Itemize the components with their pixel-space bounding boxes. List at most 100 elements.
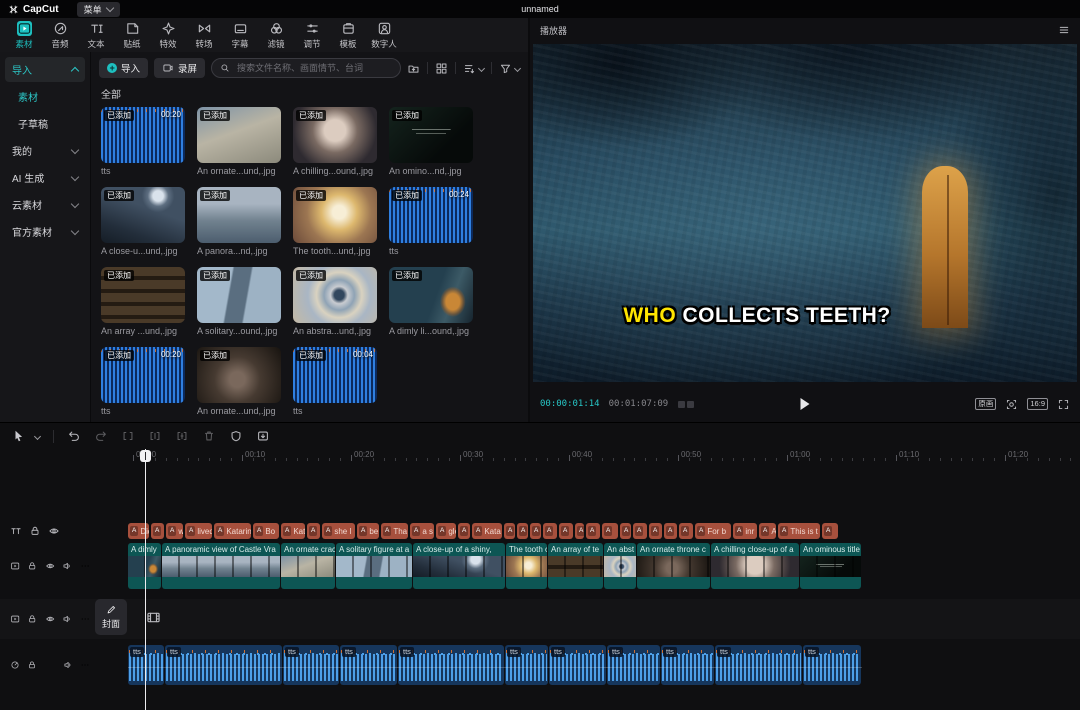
subtitle-clip[interactable]: A [679,523,693,539]
sort-icon[interactable] [463,62,476,75]
subtitle-clip[interactable]: A [822,523,838,539]
media-item-image[interactable]: 已添加 A close-u...und,.jpg [101,187,197,256]
delete-left-icon[interactable] [148,429,162,443]
file-export-icon[interactable] [256,429,270,443]
fullscreen-icon[interactable] [1057,398,1070,411]
subtitle-clip[interactable]: A Bo [253,523,279,539]
audio-clip[interactable]: tts [661,645,714,685]
subtitle-clip[interactable]: A [602,523,618,539]
subtitle-clip[interactable]: A This is t [778,523,820,539]
sidebar-item[interactable]: AI 生成 [5,165,85,190]
lock-icon[interactable] [27,613,37,625]
toolbar-item-adjust[interactable]: 调节 [294,21,330,50]
subtitle-clip[interactable]: A [620,523,631,539]
toolbar-item-filter[interactable]: 滤镜 [258,21,294,50]
video-clip[interactable]: A chilling close-up of a [711,543,799,589]
more-icon[interactable] [80,659,90,671]
subtitle-clip[interactable]: A [543,523,557,539]
sidebar-item[interactable]: 导入 [5,57,85,82]
subtitle-clip[interactable]: A [517,523,528,539]
video-clip[interactable]: An ominous title [800,543,861,589]
subtitle-clip[interactable]: A Kata [472,523,502,539]
more-icon[interactable] [80,613,90,625]
subtitle-clip[interactable]: Ainr [733,523,757,539]
select-tool-icon[interactable] [12,429,26,443]
toolbar-item-text[interactable]: 文本 [78,21,114,50]
preview-zoom-icon[interactable] [1005,398,1018,411]
subtitle-clip[interactable]: Aa s [410,523,434,539]
undo-icon[interactable] [67,429,81,443]
toolbar-item-sticker[interactable]: 贴纸 [114,21,150,50]
audio-clip[interactable]: tts [607,645,660,685]
media-item-image[interactable]: 已添加 An omino...nd,.jpg [389,107,485,176]
media-item-image[interactable]: 已添加 An abstra...und,.jpg [293,267,389,336]
audio-clip[interactable]: tts [283,645,339,685]
quality-button[interactable]: 原画 [975,398,997,410]
media-item-image[interactable]: 已添加 A panora...nd,.jpg [197,187,293,256]
video-clip[interactable]: An array of te [548,543,603,589]
subtitle-clip[interactable]: A Tha [381,523,408,539]
redo-icon[interactable] [94,429,108,443]
video-clip[interactable]: An ornate throne c [637,543,710,589]
toolbar-item-media[interactable]: 素材 [6,20,42,50]
subtitle-clip[interactable]: A For b [695,523,731,539]
video-clip[interactable]: An ornate crac [281,543,335,589]
subtitle-clip[interactable]: Alived [185,523,212,539]
subtitle-clip[interactable]: A [151,523,164,539]
video-clip[interactable]: A panoramic view of Castle Vra [162,543,280,589]
timeline-ruler[interactable]: 00:0000:1000:2000:3000:4000:5001:0001:10… [0,449,1080,463]
media-item-image[interactable]: 已添加 A chilling...ound,.jpg [293,107,389,176]
audio-clip[interactable]: tts [505,645,548,685]
import-folder-icon[interactable] [407,62,420,75]
subtitle-clip[interactable]: Agle [436,523,456,539]
chevron-down-icon[interactable] [33,432,42,440]
lock-icon[interactable] [27,560,37,572]
toolbar-item-avatar[interactable]: 数字人 [366,21,402,50]
media-item-image[interactable]: 已添加 An ornate...und,.jpg [197,107,293,176]
aspect-ratio-button[interactable]: 16:9 [1027,398,1048,410]
media-item-image[interactable]: 已添加 A solitary...ound,.jpg [197,267,293,336]
toolbar-item-transition[interactable]: 转场 [186,21,222,50]
sidebar-item[interactable]: 素材 [5,84,85,109]
video-clip[interactable]: An abst [604,543,636,589]
media-item-image[interactable]: 已添加 The tooth...und,.jpg [293,187,389,256]
subtitle-clip[interactable]: A [307,523,320,539]
lock-icon[interactable] [27,659,37,671]
subtitle-clip[interactable]: Ashe l [322,523,355,539]
video-preview[interactable]: WHO COLLECTS TEETH? [533,44,1077,382]
lock-icon[interactable] [29,525,41,537]
subtitle-clip[interactable]: AA [759,523,776,539]
toolbar-item-template[interactable]: 模板 [330,21,366,50]
subtitle-clip[interactable]: A [575,523,584,539]
eye-icon[interactable] [48,525,60,537]
sidebar-item[interactable]: 子草稿 [5,111,85,136]
search-input[interactable] [235,62,392,74]
mute-icon[interactable] [62,560,72,572]
audio-clip[interactable]: tts [715,645,802,685]
subtitle-clip[interactable]: A [458,523,470,539]
subtitle-clip[interactable]: Awl [166,523,183,539]
delete-icon[interactable] [202,429,216,443]
subtitle-clip[interactable]: A [649,523,662,539]
clip-placeholder-icon[interactable] [146,611,161,624]
grid-view-icon[interactable] [435,62,448,75]
video-clip[interactable]: The tooth c [506,543,547,589]
play-button[interactable] [800,398,810,410]
subtitle-clip[interactable]: A [559,523,573,539]
media-item-audio[interactable]: 已添加 00:24 tts [389,187,485,256]
eye-icon[interactable] [45,560,55,572]
subtitle-clip[interactable]: A Katarin [214,523,251,539]
sidebar-item[interactable]: 我的 [5,138,85,163]
media-item-image[interactable]: 已添加 A dimly li...ound,.jpg [389,267,485,336]
audio-clip[interactable]: tts [165,645,282,685]
import-button[interactable]: 导入 [99,58,149,78]
split-icon[interactable] [121,429,135,443]
player-misc-icon[interactable] [678,400,695,408]
delete-right-icon[interactable] [175,429,189,443]
subtitle-clip[interactable]: A [530,523,541,539]
media-item-audio[interactable]: 已添加 00:20 tts [101,347,197,416]
toolbar-item-effect[interactable]: 特效 [150,21,186,50]
mask-icon[interactable] [229,429,243,443]
media-item-image[interactable]: 已添加 An array ...und,.jpg [101,267,197,336]
audio-clip[interactable]: tts [128,645,164,685]
